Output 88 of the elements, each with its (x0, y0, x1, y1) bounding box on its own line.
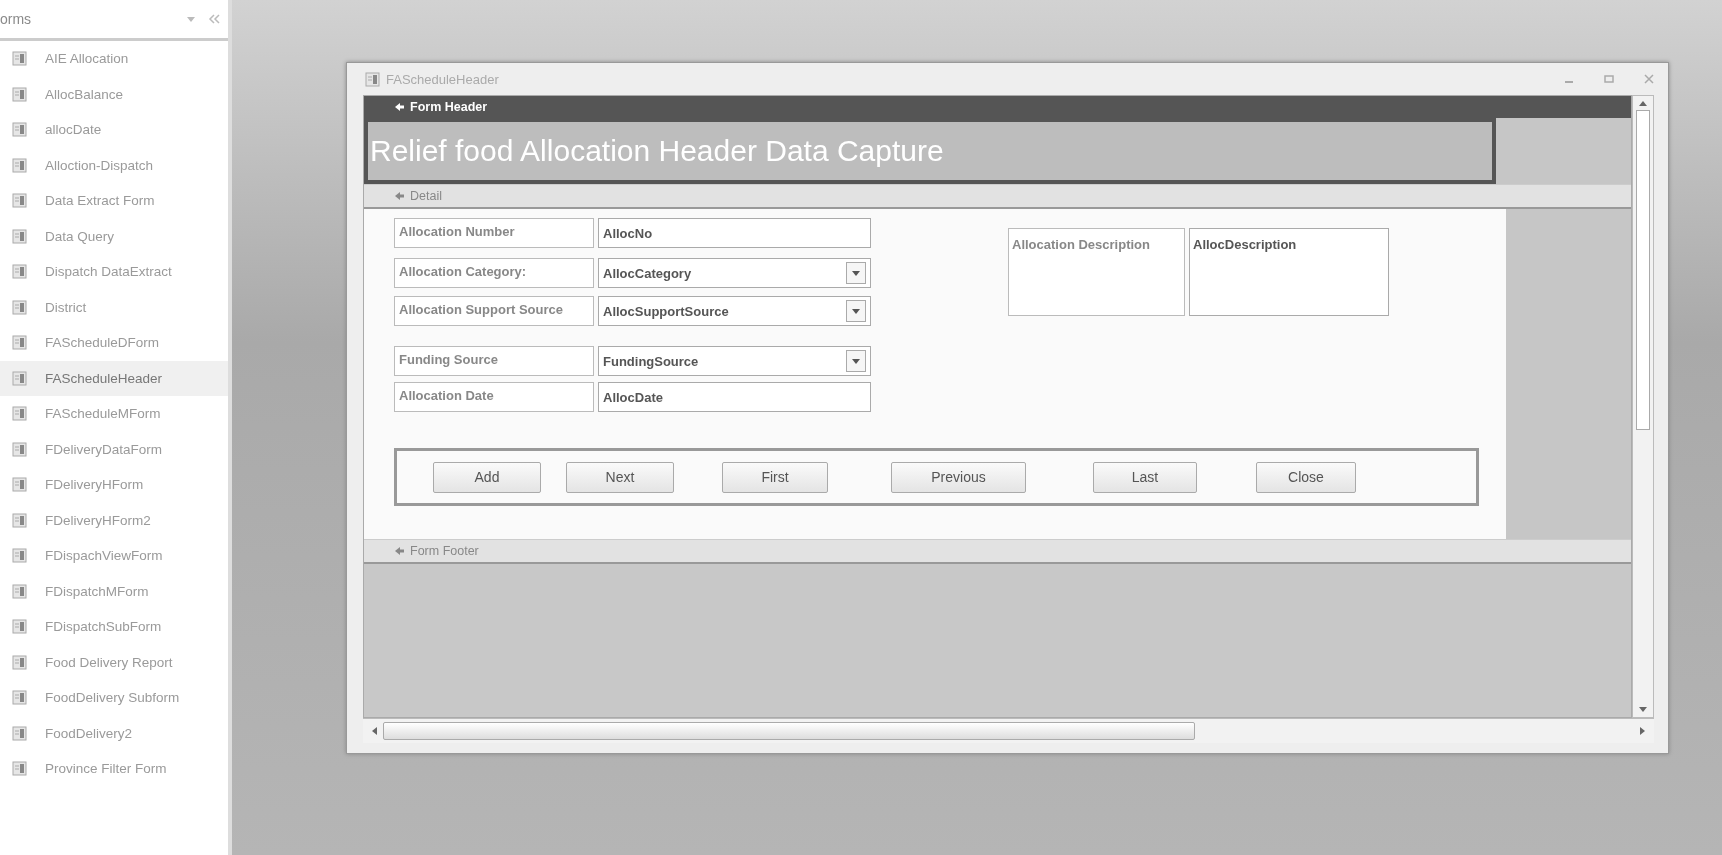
dropdown-button[interactable] (846, 350, 866, 372)
scroll-up-icon[interactable] (1639, 100, 1647, 106)
field-label: Funding Source (394, 346, 594, 376)
form-list-item[interactable]: Data Extract Form (0, 183, 228, 219)
caret-icon (852, 270, 860, 276)
form-icon (12, 51, 27, 67)
form-icon (12, 690, 27, 706)
form-button[interactable]: First (722, 461, 828, 493)
caret-icon (852, 358, 860, 364)
form-list-item[interactable]: FDispachViewForm (0, 538, 228, 574)
form-list-item[interactable]: FDeliveryHForm (0, 467, 228, 503)
form-list-item[interactable]: FAScheduleDForm (0, 325, 228, 361)
form-icon (12, 654, 27, 670)
form-list-item[interactable]: allocDate (0, 112, 228, 148)
form-button[interactable]: Add (433, 461, 541, 493)
collapse-icon[interactable] (208, 14, 220, 24)
form-icon (12, 761, 27, 777)
form-icon (12, 228, 27, 244)
dropdown-button[interactable] (846, 300, 866, 322)
form-icon (12, 335, 27, 351)
form-icon (12, 477, 27, 493)
form-button[interactable]: Next (566, 461, 674, 493)
horizontal-scrollbar[interactable] (363, 718, 1654, 743)
form-list-item[interactable]: FDispatchMForm (0, 573, 228, 609)
combo-box[interactable]: AllocCategory (598, 258, 871, 288)
maximize-icon[interactable] (1604, 74, 1614, 84)
text-field[interactable]: AllocDate (598, 382, 871, 412)
text-field[interactable]: AllocNo (598, 218, 871, 248)
section-arrow-icon (394, 191, 405, 201)
field-label: Allocation Description (1008, 228, 1185, 316)
form-button[interactable]: Close (1256, 461, 1356, 493)
form-icon (12, 299, 27, 315)
vertical-scrollbar[interactable] (1632, 95, 1654, 718)
form-list-item[interactable]: FAScheduleHeader (0, 360, 228, 396)
section-label: Detail (410, 189, 442, 203)
form-button[interactable]: Last (1093, 461, 1197, 493)
form-list-item[interactable]: FAScheduleMForm (0, 396, 228, 432)
form-list-item[interactable]: AllocBalance (0, 76, 228, 112)
form-list-item[interactable]: FDeliveryDataForm (0, 431, 228, 467)
form-list-item[interactable]: AIE Allocation (0, 41, 228, 77)
form-list-item[interactable]: FoodDelivery2 (0, 715, 228, 751)
pane-title: orms (0, 11, 33, 27)
scroll-thumb[interactable] (1636, 110, 1650, 430)
caret-icon (852, 308, 860, 314)
form-list-item[interactable]: Alloction-Dispatch (0, 147, 228, 183)
section-arrow-icon (394, 546, 405, 556)
field-label: Allocation Category: (394, 258, 594, 288)
section-label: Form Header (410, 100, 488, 114)
form-icon (12, 86, 27, 102)
form-icon (365, 71, 380, 87)
form-icon (12, 512, 27, 528)
field-label: Allocation Number (394, 218, 594, 248)
form-icon (12, 406, 27, 422)
form-list-item[interactable]: FDispatchSubForm (0, 609, 228, 645)
dropdown-icon[interactable] (186, 15, 196, 23)
form-list-item[interactable]: FDeliveryHForm2 (0, 502, 228, 538)
dropdown-button[interactable] (846, 262, 866, 284)
combo-box[interactable]: FundingSource (598, 346, 871, 376)
scroll-right-icon[interactable] (1640, 727, 1646, 735)
scroll-left-icon[interactable] (371, 727, 377, 735)
form-list-item[interactable]: District (0, 289, 228, 325)
form-icon (12, 264, 27, 280)
form-icon (12, 441, 27, 457)
field-label: Allocation Date (394, 382, 594, 412)
form-list-item[interactable]: FoodDelivery Subform (0, 680, 228, 716)
form-icon (12, 157, 27, 173)
combo-box[interactable]: AllocSupportSource (598, 296, 871, 326)
form-list-item[interactable]: Data Query (0, 218, 228, 254)
form-list-item[interactable]: Dispatch DataExtract (0, 254, 228, 290)
form-icon (12, 193, 27, 209)
window-title: FAScheduleHeader (386, 71, 500, 87)
close-icon[interactable] (1644, 74, 1654, 84)
form-icon (12, 619, 27, 635)
description-field[interactable]: AllocDescription (1189, 228, 1389, 316)
scroll-down-icon[interactable] (1639, 707, 1647, 713)
form-icon (12, 725, 27, 741)
form-icon (12, 122, 27, 138)
form-icon (12, 548, 27, 564)
form-icon (12, 583, 27, 599)
form-button[interactable]: Previous (891, 461, 1026, 493)
section-label: Form Footer (410, 544, 479, 558)
form-heading: Relief food Allocation Header Data Capture (364, 118, 1496, 184)
scroll-thumb[interactable] (383, 722, 1195, 740)
form-icon (12, 370, 27, 386)
section-arrow-icon (394, 102, 405, 112)
form-list-item[interactable]: Food Delivery Report (0, 644, 228, 680)
field-label: Allocation Support Source (394, 296, 594, 326)
form-list-item[interactable]: Province Filter Form (0, 751, 228, 787)
